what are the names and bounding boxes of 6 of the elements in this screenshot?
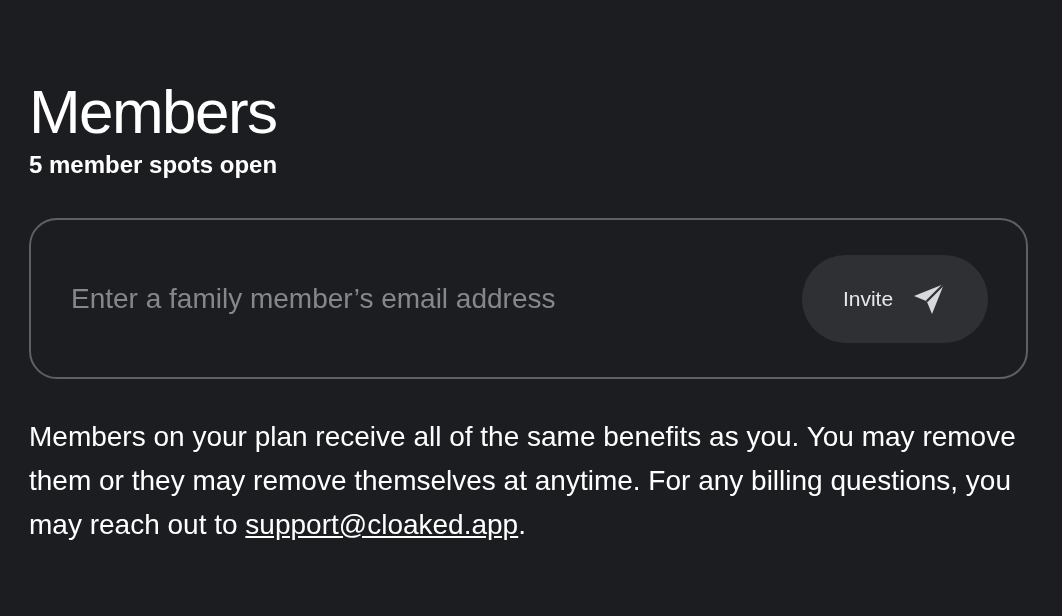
invite-button[interactable]: Invite <box>802 254 988 343</box>
members-description: Members on your plan receive all of the same benefits as you. You may remove them or they may remove themselves at anytime. For any billing questions, you may reach out to support@cloaked.app. <box>29 420 1017 542</box>
spots-count: 5 member spots open <box>29 150 279 180</box>
email-field[interactable]: Enter a family member’s email address Invite <box>29 218 1028 379</box>
page-title: Members <box>29 76 278 148</box>
support-email-link[interactable]: support@cloaked.app <box>245 509 519 540</box>
